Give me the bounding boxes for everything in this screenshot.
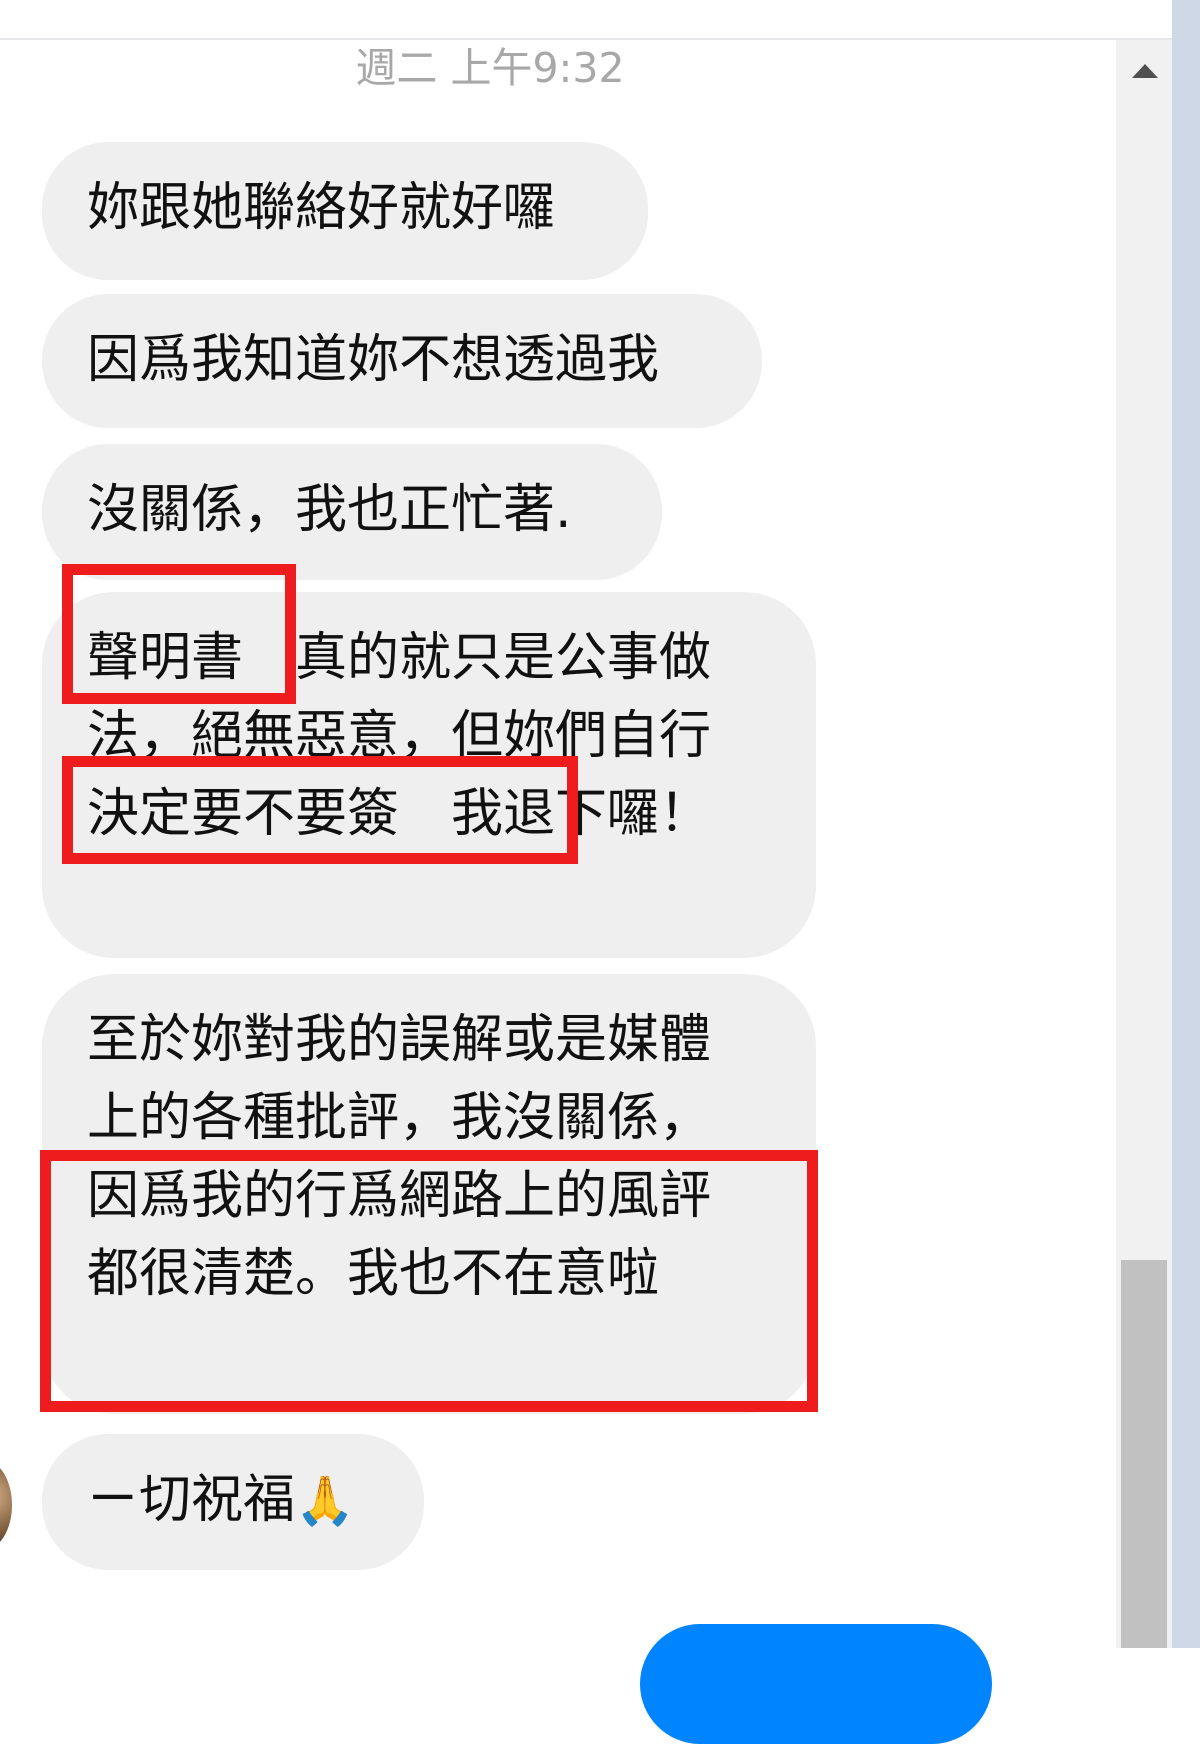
- message-timestamp: 週二 上午9:32: [355, 44, 625, 92]
- message-text: 妳跟她聯絡好就好囉: [87, 178, 556, 238]
- folded-hands-emoji: 🙏: [295, 1473, 355, 1529]
- scrollbar-thumb[interactable]: [1121, 1260, 1167, 1648]
- window-edge: [1172, 0, 1200, 1648]
- outgoing-message-bubble[interactable]: [640, 1624, 992, 1744]
- message-bubble-3[interactable]: 沒關係，我也正忙著.: [42, 444, 662, 580]
- sender-avatar[interactable]: [0, 1460, 12, 1550]
- message-bubble-6[interactable]: ㄧ切祝福🙏: [42, 1434, 424, 1570]
- message-text: 因爲我知道妳不想透過我: [87, 330, 660, 390]
- scroll-up-arrow-icon[interactable]: [1132, 64, 1158, 78]
- message-bubble-1[interactable]: 妳跟她聯絡好就好囉: [42, 142, 648, 280]
- message-text: 沒關係，我也正忙著.: [87, 480, 572, 540]
- highlight-box-declaration: [62, 564, 296, 704]
- highlight-box-decide-sign: [62, 756, 578, 864]
- highlight-box-reputation: [40, 1150, 818, 1412]
- message-text: ㄧ切祝福: [87, 1470, 296, 1530]
- message-bubble-2[interactable]: 因爲我知道妳不想透過我: [42, 294, 762, 428]
